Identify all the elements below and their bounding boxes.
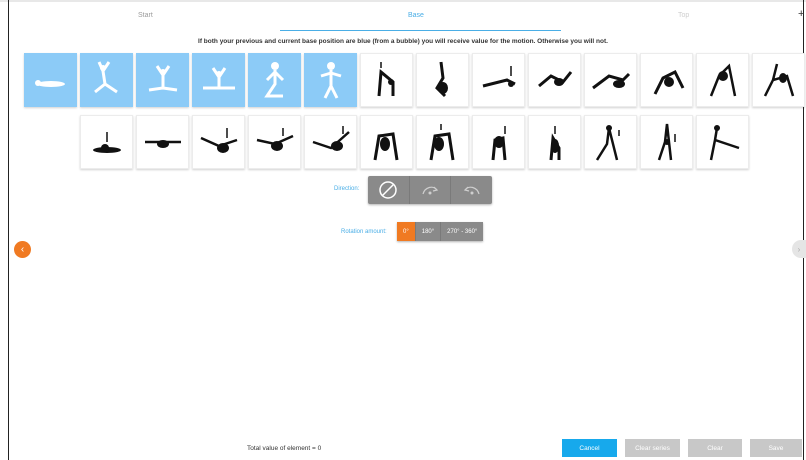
position-card-plank[interactable] — [472, 53, 525, 107]
rotation-180-button[interactable]: 180° — [415, 222, 442, 241]
clear-series-button[interactable]: Clear series — [625, 439, 680, 457]
position-card-split-lying[interactable] — [136, 115, 189, 169]
shoulder-stand-figure-icon — [434, 61, 448, 98]
position-card-side-lunge[interactable] — [640, 53, 693, 107]
position-card-bridge-leg-up[interactable] — [752, 53, 805, 107]
position-card-lunge-stand[interactable] — [640, 115, 693, 169]
split-lying-figure-icon — [144, 140, 181, 148]
rotation-selector: 0° 180° 270° - 360° — [397, 222, 484, 241]
kneel-upright-figure-icon — [263, 62, 284, 98]
tab-start[interactable]: Start — [138, 12, 153, 19]
direction-label: Direction: — [334, 186, 360, 192]
split-arch-figure-icon — [199, 128, 237, 153]
straddle-sit-figure-icon — [202, 67, 235, 90]
forward-fold-figure-icon — [377, 62, 394, 97]
direction-backward-button[interactable] — [451, 176, 492, 204]
clear-button[interactable]: Clear — [688, 439, 742, 457]
position-card-straddle-sit[interactable] — [192, 53, 245, 107]
position-card-split-arch[interactable] — [192, 115, 245, 169]
direction-none-button[interactable] — [368, 176, 410, 204]
squat-arch-figure-icon — [491, 126, 506, 161]
kneel-arms-up-figure-icon — [93, 61, 118, 94]
next-arrow-button[interactable]: › — [792, 240, 806, 258]
position-card-stand-bend[interactable] — [528, 115, 581, 169]
position-card-lying-flat[interactable] — [24, 53, 77, 107]
bridge-arm-figure-icon — [429, 124, 454, 161]
position-card-standing-split[interactable] — [696, 115, 749, 169]
position-card-lunge-reach[interactable] — [584, 115, 637, 169]
position-card-seated-back-arch[interactable] — [528, 53, 581, 107]
split-reach-figure-icon — [256, 128, 294, 151]
back-walkover-figure-icon — [709, 63, 736, 97]
position-card-kneel-arms-up[interactable] — [80, 53, 133, 107]
standing-split-figure-icon — [709, 125, 739, 161]
bridge-figure-icon — [373, 132, 398, 161]
rotation-270-360-button[interactable]: 270° - 360° — [441, 222, 484, 241]
rotation-label: Rotation amount: — [341, 229, 387, 235]
lunge-reach-figure-icon — [595, 125, 620, 161]
plow-figure-icon — [591, 72, 630, 90]
chevron-right-icon: › — [797, 244, 801, 254]
position-card-back-walkover[interactable] — [696, 53, 749, 107]
tab-bar: Start Base Top + — [10, 8, 804, 34]
plank-figure-icon — [482, 66, 516, 88]
side-lunge-figure-icon — [653, 69, 684, 95]
save-button[interactable]: Save — [750, 439, 802, 457]
position-card-bridge-arm[interactable] — [416, 115, 469, 169]
lying-prone-figure-icon — [92, 132, 121, 153]
position-card-bridge[interactable] — [360, 115, 413, 169]
stand-arms-out-figure-icon — [320, 62, 341, 99]
cancel-button[interactable]: Cancel — [562, 439, 617, 457]
position-card-shoulder-stand[interactable] — [416, 53, 469, 107]
split-lean-figure-icon — [312, 126, 350, 151]
tab-base[interactable]: Base — [408, 12, 424, 19]
position-card-squat-arch[interactable] — [472, 115, 525, 169]
chevron-left-icon: ‹ — [20, 244, 25, 255]
tab-top[interactable]: Top — [678, 12, 689, 19]
lying-flat-figure-icon — [34, 80, 65, 87]
position-card-stand-arms-out[interactable] — [304, 53, 357, 107]
position-card-forward-fold[interactable] — [360, 53, 413, 107]
lunge-stand-figure-icon — [657, 123, 676, 161]
position-card-split-reach[interactable] — [248, 115, 301, 169]
direction-forward-button[interactable] — [410, 176, 452, 204]
backward-rotation-icon — [463, 186, 480, 195]
position-card-plow[interactable] — [584, 53, 637, 107]
direction-selector — [368, 176, 492, 204]
active-tab-underline — [280, 30, 561, 31]
instruction-text: If both your previous and current base p… — [198, 38, 608, 45]
previous-arrow-button[interactable]: ‹ — [14, 241, 31, 258]
sit-arms-up-figure-icon — [148, 65, 177, 92]
position-card-kneel-upright[interactable] — [248, 53, 301, 107]
position-card-sit-arms-up[interactable] — [136, 53, 189, 107]
seated-back-arch-figure-icon — [537, 71, 572, 88]
rotation-0-button[interactable]: 0° — [397, 222, 416, 241]
prohibited-icon — [379, 181, 398, 199]
forward-rotation-icon — [422, 186, 439, 195]
stand-bend-figure-icon — [549, 126, 560, 161]
left-border — [8, 0, 9, 460]
add-tab-icon[interactable]: + — [798, 8, 804, 20]
top-border — [0, 0, 806, 2]
position-card-lying-prone[interactable] — [80, 115, 133, 169]
bridge-leg-up-figure-icon — [763, 63, 794, 97]
total-value-text: Total value of element = 0 — [247, 445, 322, 452]
position-card-split-lean[interactable] — [304, 115, 357, 169]
